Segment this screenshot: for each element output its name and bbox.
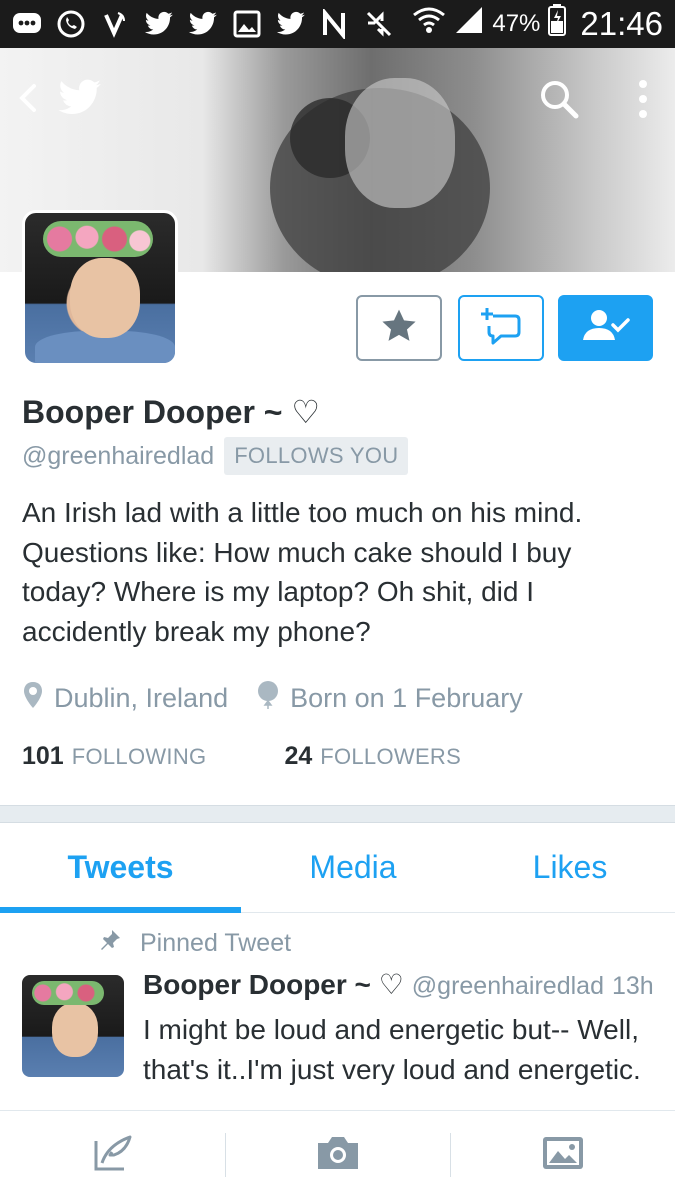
tweet-author-handle[interactable]: @greenhairedlad [412, 972, 604, 1001]
battery-icon [548, 4, 567, 44]
profile-meta: Dublin, Ireland Born on 1 February [22, 680, 551, 717]
profile-display-name: Booper Dooper ~ ♡ [22, 394, 321, 430]
profile-bio: An Irish lad with a little too much on h… [22, 497, 583, 647]
tab-tweets[interactable]: Tweets [0, 823, 241, 913]
signal-icon [454, 5, 484, 43]
mute-icon [364, 9, 394, 39]
overflow-menu-icon[interactable] [626, 76, 660, 122]
notification-icons [12, 9, 394, 39]
status-bar: 47% 21:46 [0, 0, 675, 48]
following-label: FOLLOWING [71, 744, 207, 769]
followers-count: 24 [284, 742, 313, 770]
followers-stat[interactable]: 24 FOLLOWERS [284, 742, 461, 771]
bottom-compose-bar [0, 1110, 675, 1200]
message-button[interactable] [458, 295, 544, 361]
following-button[interactable] [558, 295, 653, 361]
image-gallery-icon [541, 1135, 585, 1176]
pinned-tweet-label: Pinned Tweet [140, 929, 292, 957]
tweet-text[interactable]: I might be loud and energetic but-- Well… [143, 1010, 653, 1110]
following-person-check-icon [581, 308, 631, 349]
follow-counts: 101 FOLLOWING 24 FOLLOWERS [22, 742, 461, 771]
star-icon [380, 308, 418, 349]
whatsapp-icon [56, 9, 86, 39]
messages-icon [12, 9, 42, 39]
camera-icon [316, 1135, 360, 1176]
image-gallery-button[interactable] [450, 1111, 675, 1200]
twitter-icon [276, 9, 306, 39]
camera-button[interactable] [225, 1111, 450, 1200]
twitter-icon [188, 9, 218, 39]
profile-handle: @greenhairedlad [22, 441, 215, 470]
follows-you-badge: FOLLOWS YOU [224, 437, 409, 475]
location-text: Dublin, Ireland [54, 683, 229, 713]
tweet-header: Booper Dooper ~ ♡ @greenhairedlad 13h [143, 968, 654, 1001]
following-stat[interactable]: 101 FOLLOWING [22, 742, 206, 771]
profile-tabs: Tweets Media Likes [0, 823, 675, 913]
new-message-icon [479, 306, 523, 351]
back-chevron-icon[interactable] [10, 80, 46, 116]
clock: 21:46 [580, 5, 663, 42]
tweet-author-name[interactable]: Booper Dooper ~ ♡ [143, 968, 404, 1001]
following-count: 101 [22, 742, 64, 770]
profile-avatar[interactable] [22, 210, 178, 366]
twitter-icon [144, 9, 174, 39]
battery-percent: 47% [492, 10, 541, 37]
section-divider [0, 805, 675, 823]
tweet-avatar[interactable] [22, 975, 124, 1077]
tab-media[interactable]: Media [241, 823, 465, 912]
pinned-tweet-label-row: Pinned Tweet [98, 928, 291, 959]
compose-tweet-button[interactable] [0, 1111, 225, 1200]
location: Dublin, Ireland [22, 680, 228, 717]
wifi-icon [412, 5, 446, 43]
compose-tweet-icon [92, 1133, 134, 1178]
add-to-list-button[interactable] [356, 295, 442, 361]
tab-likes[interactable]: Likes [465, 823, 675, 912]
tweet-timestamp: 13h [611, 972, 654, 1000]
location-pin-icon [22, 680, 44, 717]
gallery-icon [232, 9, 262, 39]
birthday-text: Born on 1 February [290, 683, 523, 713]
nfc-icon [320, 9, 350, 39]
handle-row: @greenhairedlad FOLLOWS YOU [22, 437, 409, 475]
balloon-icon [256, 680, 280, 717]
followers-label: FOLLOWERS [320, 744, 462, 769]
system-status: 47% 21:46 [412, 4, 663, 44]
pin-icon [98, 928, 122, 959]
search-icon[interactable] [536, 76, 582, 122]
birthday: Born on 1 February [256, 680, 523, 717]
viber-icon [100, 9, 130, 39]
twitter-bird-icon[interactable] [56, 76, 104, 120]
